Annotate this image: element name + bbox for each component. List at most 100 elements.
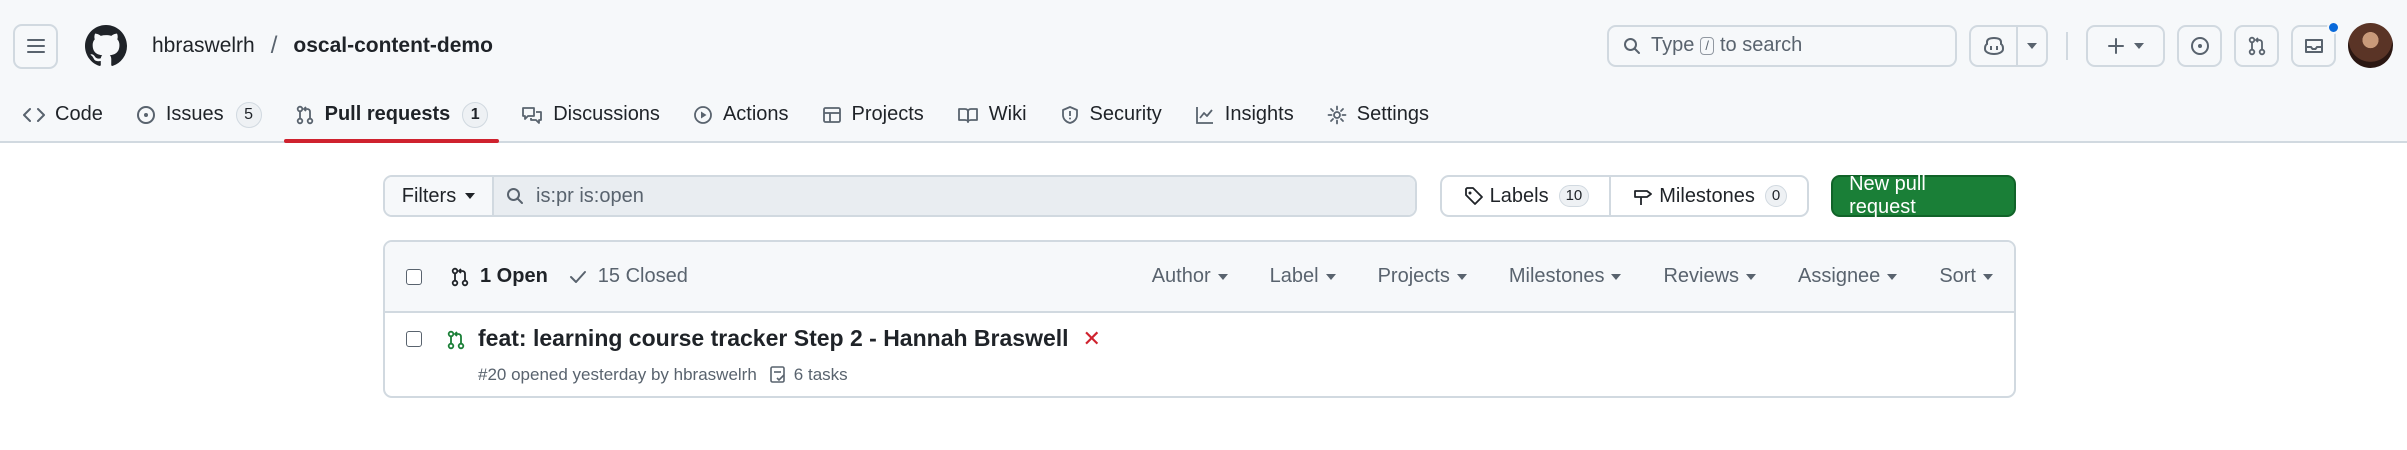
- filter-bar: Filters is:pr is:open: [383, 175, 1417, 217]
- issues-count-badge: 5: [235, 101, 262, 128]
- label-filter-dropdown[interactable]: Label: [1270, 265, 1336, 288]
- tab-label: Insights: [1224, 103, 1294, 125]
- tab-label: Security: [1089, 103, 1162, 125]
- milestones-button[interactable]: Milestones 0: [1609, 177, 1807, 215]
- create-new-button[interactable]: [2086, 24, 2165, 67]
- chevron-down-icon: [465, 193, 476, 199]
- comment-discussion-icon: [522, 106, 543, 124]
- milestones-filter-dropdown[interactable]: Milestones: [1509, 265, 1622, 288]
- create-new-main[interactable]: [2088, 27, 2163, 65]
- assignee-filter-dropdown[interactable]: Assignee: [1798, 265, 1898, 288]
- labels-button[interactable]: Labels 10: [1442, 177, 1610, 215]
- menu-label: Reviews: [1663, 265, 1740, 287]
- tab-wiki[interactable]: Wiki: [946, 92, 1038, 137]
- table-icon: [822, 106, 841, 123]
- inbox-button[interactable]: [2291, 20, 2340, 67]
- gear-icon: [1327, 105, 1347, 124]
- pull-requests-count-badge: 1: [462, 101, 489, 128]
- issue-opened-icon: [2190, 36, 2209, 55]
- closed-filter-link[interactable]: 15 Closed: [568, 265, 688, 288]
- graph-icon: [1195, 106, 1213, 124]
- chevron-down-icon: [1217, 273, 1228, 280]
- open-filter-link[interactable]: 1 Open: [450, 265, 548, 288]
- chevron-down-icon: [1887, 273, 1898, 280]
- chevron-down-icon: [1746, 273, 1757, 280]
- tab-insights[interactable]: Insights: [1184, 92, 1305, 137]
- plus-icon: [2108, 37, 2124, 54]
- play-icon: [694, 105, 712, 124]
- tab-code[interactable]: Code: [12, 92, 114, 137]
- git-pull-request-icon: [2248, 36, 2265, 55]
- hamburger-icon: [26, 39, 45, 53]
- issue-opened-icon: [136, 105, 155, 124]
- git-pull-request-icon: [451, 267, 469, 286]
- pr-search-input[interactable]: is:pr is:open: [494, 177, 1415, 215]
- tab-label: Settings: [1356, 103, 1429, 125]
- author-filter-dropdown[interactable]: Author: [1152, 265, 1228, 288]
- breadcrumb-repo[interactable]: oscal-content-demo: [293, 34, 493, 58]
- inbox-icon: [2304, 38, 2323, 53]
- search-shortcut-key: /: [1700, 36, 1714, 55]
- tab-label: Discussions: [553, 103, 660, 125]
- milestones-count-badge: 0: [1764, 185, 1788, 207]
- menu-label: Milestones: [1508, 265, 1605, 287]
- tab-settings[interactable]: Settings: [1316, 92, 1440, 137]
- pull-requests-button[interactable]: [2234, 24, 2279, 67]
- pull-requests-page: Filters is:pr is:open Labels 10 Mileston…: [383, 173, 2017, 398]
- tab-label: Projects: [851, 103, 924, 125]
- tab-discussions[interactable]: Discussions: [510, 92, 671, 137]
- tab-security[interactable]: Security: [1049, 92, 1173, 137]
- notification-dot: [2327, 20, 2340, 34]
- breadcrumb-separator: /: [270, 32, 278, 59]
- copilot-icon: [1983, 36, 2004, 55]
- checklist-icon: [769, 366, 785, 383]
- pr-search-value: is:pr is:open: [536, 184, 644, 207]
- tab-pull-requests[interactable]: Pull requests 1: [283, 92, 500, 143]
- tag-icon: [1464, 187, 1483, 205]
- chevron-down-icon: [1983, 273, 1993, 280]
- copilot-dropdown[interactable]: [2016, 26, 2046, 65]
- repo-header: hbraswelrh / oscal-content-demo Type / t…: [0, 0, 2407, 143]
- pr-tasks-label: 6 tasks: [793, 365, 848, 384]
- user-avatar[interactable]: [2348, 23, 2393, 68]
- search-icon: [507, 188, 523, 204]
- select-all-checkbox[interactable]: [406, 268, 422, 285]
- labels-label: Labels: [1489, 184, 1549, 207]
- menu-button[interactable]: [13, 23, 58, 69]
- labels-count-badge: 10: [1558, 185, 1590, 207]
- copilot-button[interactable]: [1969, 24, 2048, 67]
- search-prefix: Type: [1651, 34, 1695, 56]
- pr-title-link[interactable]: feat: learning course tracker Step 2 - H…: [478, 325, 1069, 352]
- tab-label: Issues: [165, 103, 224, 125]
- sort-dropdown[interactable]: Sort: [1939, 265, 1993, 288]
- breadcrumb-owner[interactable]: hbraswelrh: [152, 34, 255, 58]
- chevron-down-icon: [1456, 273, 1467, 280]
- tab-actions[interactable]: Actions: [682, 92, 800, 137]
- filters-dropdown-button[interactable]: Filters: [385, 177, 494, 215]
- menu-label: Author: [1151, 265, 1211, 287]
- book-icon: [957, 107, 978, 123]
- new-pull-request-button[interactable]: New pull request: [1831, 173, 2017, 218]
- github-logo-icon[interactable]: [85, 25, 127, 67]
- projects-filter-dropdown[interactable]: Projects: [1378, 265, 1467, 288]
- tab-label: Actions: [722, 103, 789, 125]
- checks-failed-icon[interactable]: ✕: [1083, 326, 1101, 352]
- filters-label: Filters: [401, 184, 457, 207]
- pr-select-checkbox[interactable]: [406, 331, 422, 347]
- tab-projects[interactable]: Projects: [811, 92, 935, 137]
- copilot-main[interactable]: [1971, 27, 2016, 65]
- pr-tasks: 6 tasks: [769, 365, 848, 385]
- tab-issues[interactable]: Issues 5: [125, 92, 273, 137]
- reviews-filter-dropdown[interactable]: Reviews: [1663, 265, 1757, 288]
- chevron-down-icon: [2134, 42, 2144, 49]
- pr-list-box: 1 Open 15 Closed Author Label Projects M…: [383, 240, 2016, 398]
- closed-count-label: 15 Closed: [597, 265, 688, 287]
- issues-button[interactable]: [2177, 24, 2222, 67]
- menu-label: Sort: [1939, 265, 1976, 287]
- global-search-input[interactable]: Type / to search: [1607, 24, 1957, 67]
- header-actions: Type / to search: [1607, 20, 2393, 68]
- search-icon: [1624, 37, 1640, 54]
- chevron-down-icon: [1611, 273, 1622, 280]
- tab-label: Pull requests: [324, 103, 451, 125]
- milestones-label: Milestones: [1659, 184, 1755, 207]
